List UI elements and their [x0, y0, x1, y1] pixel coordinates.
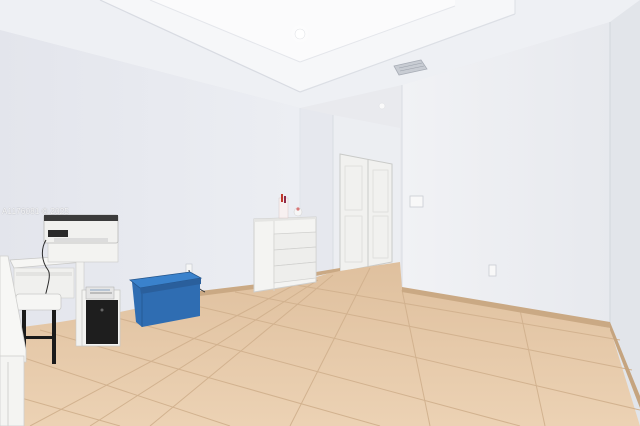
white-dresser[interactable]	[253, 216, 317, 293]
light-switch[interactable]	[409, 195, 424, 208]
wall-outlet-right	[488, 264, 497, 277]
printer[interactable]	[43, 214, 119, 244]
room-scene	[0, 0, 640, 426]
closet-door[interactable]	[339, 153, 393, 273]
hallway-ceiling-light	[378, 102, 386, 110]
recessed-light-bulb	[294, 28, 306, 40]
watermark-text: A1176081 © 2025	[2, 207, 70, 216]
